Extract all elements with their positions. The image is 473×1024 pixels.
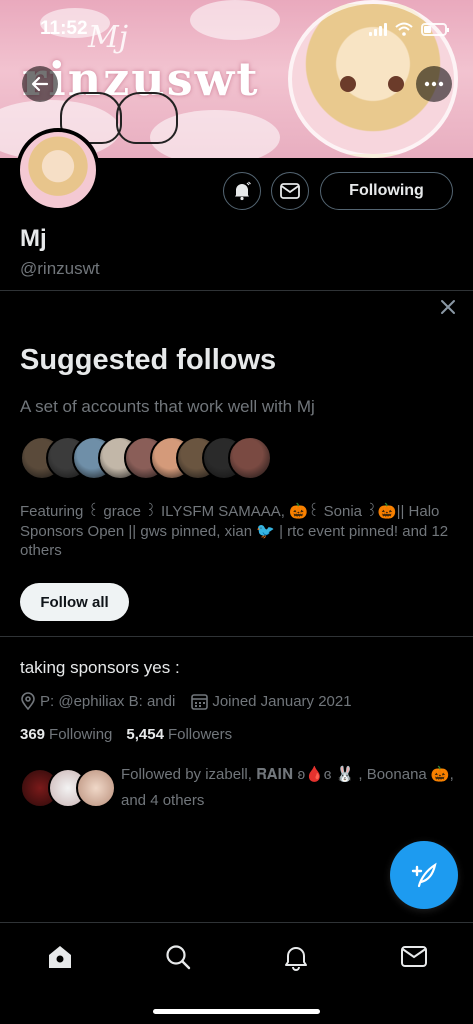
close-icon — [441, 300, 455, 314]
signal-icon — [369, 22, 387, 36]
home-indicator — [153, 1009, 320, 1014]
notifications-button[interactable] — [223, 172, 261, 210]
back-arrow-icon — [31, 76, 49, 92]
tab-search[interactable] — [160, 939, 196, 975]
suggested-title: Suggested follows — [20, 344, 277, 376]
follow-counts: 369 Following 5,454 Followers — [20, 726, 232, 743]
wifi-icon — [395, 22, 413, 36]
home-icon — [49, 946, 71, 968]
divider — [0, 290, 473, 291]
messages-icon — [401, 946, 427, 967]
status-icons — [369, 22, 449, 36]
followed-by-facepile[interactable] — [20, 768, 116, 808]
notifications-icon — [285, 947, 307, 971]
follow-all-button[interactable]: Follow all — [20, 583, 129, 621]
more-icon — [424, 81, 444, 87]
divider — [0, 636, 473, 637]
following-button[interactable]: Following — [320, 172, 453, 210]
profile-name: Mj — [20, 225, 47, 252]
compose-icon — [411, 862, 437, 888]
location-icon — [21, 692, 35, 710]
suggested-featuring: Featuring ꒰ grace ꒱ ILYSFM SAMAAA, 🎃꒰ So… — [20, 503, 449, 559]
suggested-avatar[interactable] — [228, 436, 272, 480]
profile-meta: P: @ephiliax B: andi Joined January 2021 — [20, 692, 368, 710]
profile-location: P: @ephiliax B: andi — [40, 692, 176, 710]
message-button[interactable] — [271, 172, 309, 210]
followers-count-link[interactable]: 5,454 Followers — [126, 726, 232, 743]
compose-button[interactable] — [390, 841, 458, 909]
back-button[interactable] — [22, 66, 58, 102]
banner-brand-small: Mj — [88, 20, 129, 55]
tab-messages[interactable] — [396, 939, 432, 975]
suggested-subtitle: A set of accounts that work well with Mj — [20, 397, 315, 416]
following-count-link[interactable]: 369 Following — [20, 726, 112, 743]
cat-doodle-icon — [116, 92, 178, 144]
search-icon — [166, 945, 191, 970]
tab-notifications[interactable] — [278, 939, 314, 975]
calendar-icon — [191, 693, 209, 710]
bell-icon — [235, 181, 251, 201]
followed-by-text[interactable]: Followed by izabell, 𝐑𝐀𝐈𝐍 ʚ🩸ɞ 🐰 , Boonan… — [121, 762, 456, 814]
status-time: 11:52 — [40, 18, 88, 39]
profile-handle: @rinzuswt — [20, 259, 100, 278]
battery-icon — [421, 22, 449, 36]
avatar[interactable] — [16, 128, 100, 212]
profile-joined: Joined January 2021 — [212, 692, 352, 710]
mail-icon — [280, 183, 300, 199]
close-suggested-button[interactable] — [438, 298, 458, 318]
profile-bio: taking sponsors yes : — [20, 658, 180, 677]
more-button[interactable] — [416, 66, 452, 102]
tab-home[interactable] — [42, 939, 78, 975]
